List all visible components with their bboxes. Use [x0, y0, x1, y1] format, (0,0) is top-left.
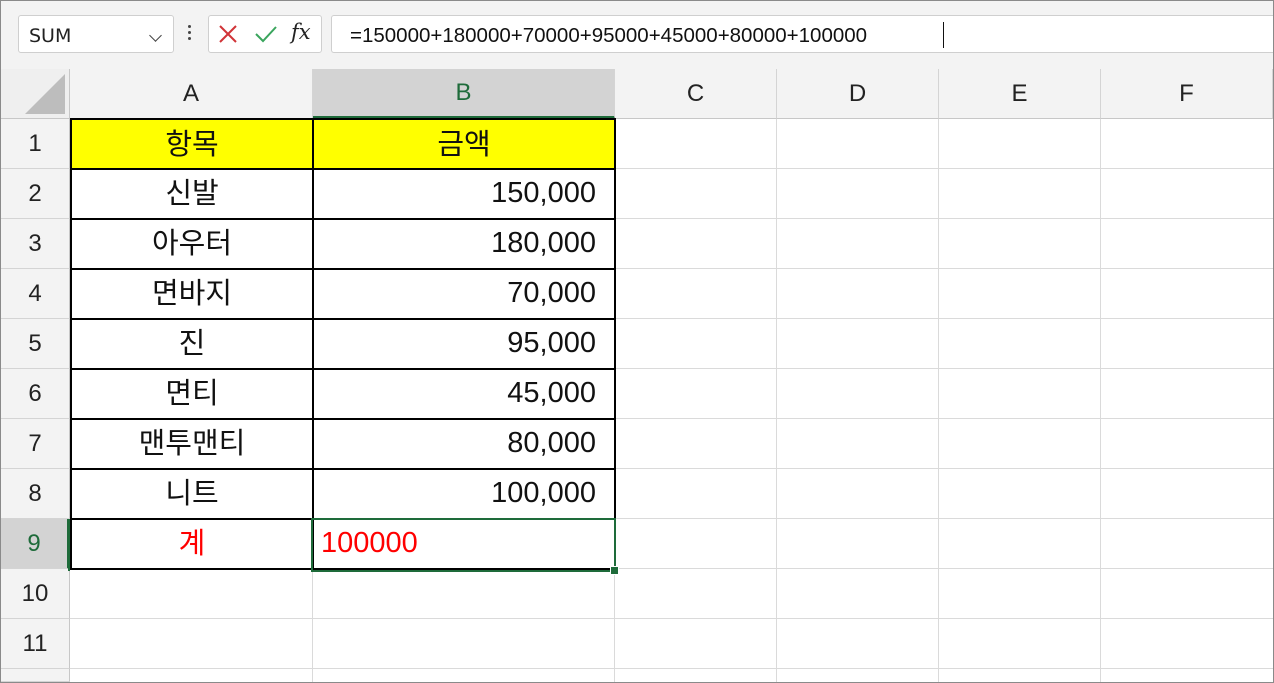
row-header-10[interactable]: 10 [1, 569, 70, 619]
cell-b1[interactable]: 금액 [313, 120, 615, 169]
more-options-icon[interactable] [188, 25, 192, 45]
table-border [70, 168, 616, 170]
table-border [70, 218, 616, 220]
cell-a6[interactable]: 면티 [71, 369, 313, 419]
cell-a8[interactable]: 니트 [71, 469, 313, 519]
row-header-4[interactable]: 4 [1, 269, 70, 319]
close-icon[interactable] [217, 23, 239, 45]
row-header-7[interactable]: 7 [1, 419, 70, 469]
row-header-9[interactable]: 9 [1, 519, 70, 569]
gridline [70, 618, 1273, 619]
cell-b7[interactable]: 80,000 [313, 419, 615, 469]
gridline [938, 119, 939, 682]
checkmark-icon[interactable] [253, 23, 279, 45]
row-header-5[interactable]: 5 [1, 319, 70, 369]
cell-b4[interactable]: 70,000 [313, 269, 615, 319]
formula-text: =150000+180000+70000+95000+45000+80000+1… [350, 24, 868, 47]
formula-input[interactable]: =150000+180000+70000+95000+45000+80000+1… [331, 15, 1273, 53]
row-header-1[interactable]: 1 [1, 119, 70, 169]
select-all-button[interactable] [1, 69, 70, 119]
cell-a3[interactable]: 아우터 [71, 219, 313, 269]
cell-a1[interactable]: 항목 [71, 120, 313, 169]
table-border [70, 368, 616, 370]
row-header-8[interactable]: 8 [1, 469, 70, 519]
cell-b2[interactable]: 150,000 [313, 169, 615, 219]
active-cell-selection [311, 518, 616, 572]
chevron-down-icon[interactable] [149, 29, 162, 42]
table-border [312, 118, 314, 570]
column-header-b[interactable]: B [313, 69, 615, 119]
insert-function-button[interactable]: fx [291, 20, 311, 44]
cell-b3[interactable]: 180,000 [313, 219, 615, 269]
fill-handle[interactable] [610, 566, 619, 575]
row-header-12[interactable] [1, 669, 70, 682]
table-border [70, 418, 616, 420]
column-header-e[interactable]: E [939, 69, 1101, 119]
gridline [776, 119, 777, 682]
cell-b6[interactable]: 45,000 [313, 369, 615, 419]
cell-b5[interactable]: 95,000 [313, 319, 615, 369]
row-header-6[interactable]: 6 [1, 369, 70, 419]
name-box-value: SUM [29, 25, 72, 47]
column-header-a[interactable]: A [70, 69, 313, 119]
formula-buttons: fx [208, 15, 322, 53]
select-all-triangle-icon [25, 74, 65, 114]
gridline [1100, 119, 1101, 682]
table-border [70, 468, 616, 470]
cell-a2[interactable]: 신발 [71, 169, 313, 219]
row-9-indicator [68, 519, 70, 571]
formula-bar: SUM fx =150000+180000+70000+95000+45000+… [1, 1, 1273, 69]
column-header-c[interactable]: C [615, 69, 777, 119]
column-header-d[interactable]: D [777, 69, 939, 119]
row-header-3[interactable]: 3 [1, 219, 70, 269]
table-border [614, 118, 616, 570]
text-cursor [943, 22, 944, 48]
row-header-2[interactable]: 2 [1, 169, 70, 219]
column-header-f[interactable]: F [1101, 69, 1273, 119]
table-border [70, 268, 616, 270]
cell-a9[interactable]: 계 [71, 519, 313, 569]
cell-b8[interactable]: 100,000 [313, 469, 615, 519]
excel-window: SUM fx =150000+180000+70000+95000+45000+… [0, 0, 1274, 683]
worksheet-grid: A B C D E F 1 2 3 4 5 6 7 8 9 10 11 항목 금… [1, 69, 1273, 682]
cell-a5[interactable]: 진 [71, 319, 313, 369]
name-box[interactable]: SUM [18, 15, 174, 53]
row-header-11[interactable]: 11 [1, 619, 70, 669]
gridline [70, 668, 1273, 669]
cell-a7[interactable]: 맨투맨티 [71, 419, 313, 469]
cell-a4[interactable]: 면바지 [71, 269, 313, 319]
table-border [70, 118, 72, 570]
table-border [70, 318, 616, 320]
table-border [70, 118, 616, 120]
